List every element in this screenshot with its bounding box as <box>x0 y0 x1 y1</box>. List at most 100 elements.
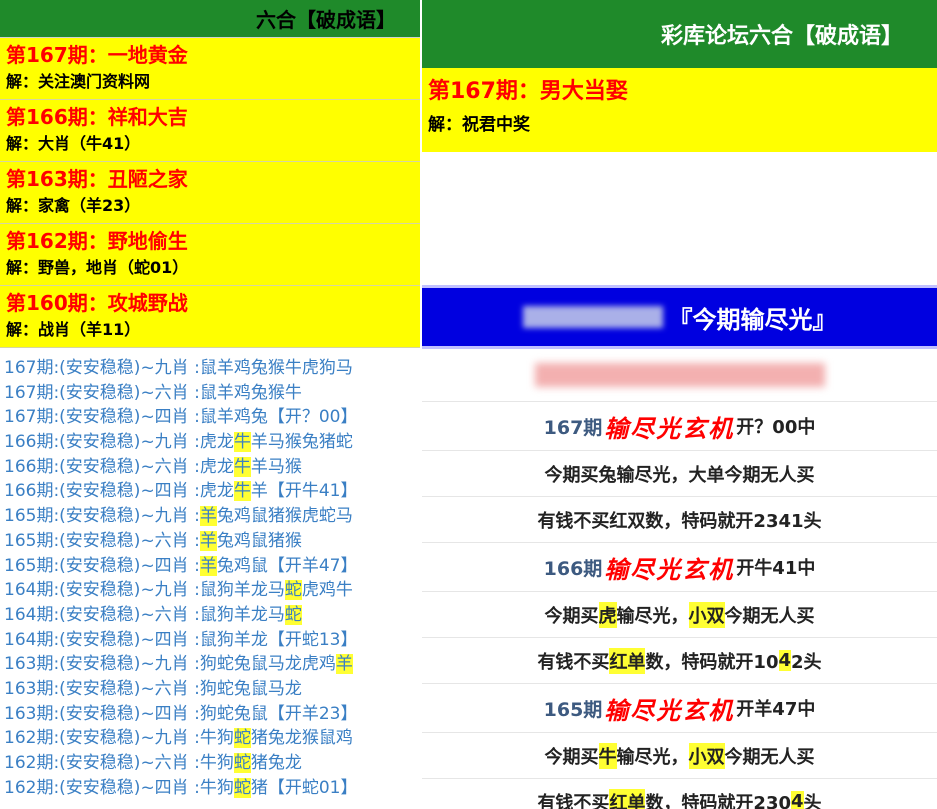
list-item: 162期:(安安稳稳)~九肖 :牛狗蛇猪兔龙猴鼠鸡 <box>0 726 420 751</box>
entry-result: 开？00中 <box>736 417 816 438</box>
list-item: 162期:(安安稳稳)~四肖 :牛狗蛇猪【开蛇01】 <box>0 776 420 801</box>
zodiac-text: 兔鸡鼠猪猴虎蛇马 <box>216 506 353 527</box>
right-riddle-answer: 解：祝君中奖 <box>428 115 530 135</box>
blurred-row <box>422 349 937 401</box>
list-item-prefix: 163期:(安安稳稳)~六肖 : <box>4 678 200 699</box>
zodiac-text: 牛狗 <box>199 753 234 773</box>
highlight-text: 4 <box>778 650 792 671</box>
list-item: 167期:(安安稳稳)~六肖 :鼠羊鸡兔猴牛 <box>0 381 420 406</box>
highlight-text: 红单 <box>609 647 646 674</box>
list-item-prefix: 165期:(安安稳稳)~四肖 : <box>4 555 200 576</box>
zodiac-text: 鼠羊鸡兔猴牛虎狗马 <box>199 358 353 378</box>
right-riddle-title: 第167期：男大当娶 <box>428 79 628 104</box>
entry-text: 头 <box>803 792 822 809</box>
riddle-item: 第162期：野地偷生 解：野兽，地肖（蛇01） <box>0 224 420 286</box>
highlight-zodiac: 羊 <box>199 555 217 576</box>
riddle-answer: 解：关注澳门资料网 <box>6 72 151 91</box>
entry-line1: 今期买虎输尽光， 小双 今期无人买 <box>422 591 937 637</box>
list-item-prefix: 167期:(安安稳稳)~九肖 : <box>4 358 200 378</box>
zodiac-text: 虎龙 <box>199 432 234 453</box>
highlight-zodiac: 蛇 <box>233 777 251 798</box>
list-item-prefix: 164期:(安安稳稳)~四肖 : <box>4 629 200 650</box>
riddle-title: 第166期：祥和大吉 <box>6 105 188 129</box>
entry-text: 输尽光， <box>616 746 689 768</box>
list-item: 164期:(安安稳稳)~六肖 :鼠狗羊龙马蛇 <box>0 603 420 628</box>
entry-line2: 有钱不买红双数，特码就开2341头 <box>422 496 937 542</box>
entry-period: 167期 <box>543 416 603 439</box>
list-item-prefix: 167期:(安安稳稳)~四肖 : <box>4 407 200 428</box>
highlight-text: 牛 <box>598 742 617 769</box>
right-header: 彩库论坛六合【破成语】 <box>422 0 937 68</box>
zodiac-text: 兔鸡鼠【开羊47】 <box>216 555 358 576</box>
zodiac-prediction-list: 167期:(安安稳稳)~九肖 :鼠羊鸡兔猴牛虎狗马 167期:(安安稳稳)~六肖 … <box>0 348 420 800</box>
left-panel: 六合【破成语】 第167期：一地黄金 解：关注澳门资料网 第166期：祥和大吉 … <box>0 0 420 809</box>
entry-keyword: 输尽光玄机 <box>604 695 735 725</box>
left-header-title: 六合【破成语】 <box>256 8 396 32</box>
right-header-title: 彩库论坛六合【破成语】 <box>660 24 903 49</box>
entry-text: 数，特码就开230 <box>645 792 792 809</box>
riddle-item: 第167期：一地黄金 解：关注澳门资料网 <box>0 38 420 100</box>
zodiac-text: 鼠狗羊龙马 <box>199 580 285 601</box>
list-item: 167期:(安安稳稳)~四肖 :鼠羊鸡兔【开？00】 <box>0 405 420 430</box>
highlight-text: 小双 <box>688 742 725 769</box>
zodiac-text: 鼠羊鸡兔【开？00】 <box>199 407 358 428</box>
riddle-answer: 解：野兽，地肖（蛇01） <box>6 258 189 277</box>
zodiac-text: 猪兔龙猴鼠鸡 <box>250 728 353 749</box>
entry-line2: 有钱不买 红单 数，特码就开10 4 2头 <box>422 637 937 683</box>
zodiac-text: 狗蛇兔鼠马龙虎鸡 <box>199 654 336 675</box>
list-item: 163期:(安安稳稳)~六肖 :狗蛇兔鼠马龙 <box>0 677 420 702</box>
zodiac-text: 鼠羊鸡兔猴牛 <box>199 382 302 403</box>
list-item-prefix: 164期:(安安稳稳)~九肖 : <box>4 580 200 601</box>
list-item-prefix: 164期:(安安稳稳)~六肖 : <box>4 604 200 625</box>
list-item: 166期:(安安稳稳)~九肖 :虎龙牛羊马猴兔猪蛇 <box>0 430 420 455</box>
entry-text: 2头 <box>791 651 822 673</box>
entry-result: 开牛41中 <box>736 558 816 579</box>
result-entries: 167期 输尽光玄机 开？00中 今期买兔输尽光，大单今期无人买 有钱不买红双数，特码就… <box>422 401 937 809</box>
entry-line2: 有钱不买 红单 数，特码就开230 4 头 <box>422 778 937 809</box>
entry-text: 有钱不买红双数，特码就开2341头 <box>537 510 822 532</box>
list-item-prefix: 165期:(安安稳稳)~九肖 : <box>4 506 200 527</box>
entry-keyword: 输尽光玄机 <box>604 554 735 584</box>
zodiac-text: 鼠狗羊龙【开蛇13】 <box>199 629 358 650</box>
riddle-item: 第163期：丑陋之家 解：家禽（羊23） <box>0 162 420 224</box>
zodiac-text: 羊【开牛41】 <box>250 481 358 502</box>
blurred-site-name <box>522 306 663 328</box>
riddle-answer: 解：战肖（羊11） <box>6 320 141 339</box>
zodiac-text: 牛狗 <box>199 777 234 798</box>
highlight-zodiac: 蛇 <box>284 580 302 601</box>
list-item: 162期:(安安稳稳)~六肖 :牛狗蛇猪兔龙 <box>0 751 420 776</box>
list-item: 163期:(安安稳稳)~九肖 :狗蛇兔鼠马龙虎鸡羊 <box>0 652 420 677</box>
list-item-prefix: 165期:(安安稳稳)~六肖 : <box>4 530 200 551</box>
entry-heading: 167期 输尽光玄机 开？00中 <box>422 401 937 450</box>
banner-title: 『今期输尽光』 <box>668 305 837 334</box>
highlight-text: 红单 <box>609 788 646 809</box>
highlight-zodiac: 蛇 <box>233 728 251 749</box>
entry-period: 166期 <box>543 557 603 580</box>
zodiac-text: 牛狗 <box>199 728 234 749</box>
list-item: 164期:(安安稳稳)~四肖 :鼠狗羊龙【开蛇13】 <box>0 628 420 653</box>
entry-period: 165期 <box>543 698 603 721</box>
list-item: 167期:(安安稳稳)~九肖 :鼠羊鸡兔猴牛虎狗马 <box>0 356 420 381</box>
entry-text: 有钱不买 <box>537 792 610 809</box>
list-item-prefix: 162期:(安安稳稳)~九肖 : <box>4 728 200 749</box>
entry-text: 今期买 <box>544 605 599 627</box>
entry-text: 输尽光， <box>616 605 689 627</box>
highlight-zodiac: 羊 <box>199 506 217 527</box>
entry-text: 今期买 <box>544 746 599 768</box>
list-item: 166期:(安安稳稳)~六肖 :虎龙牛羊马猴 <box>0 455 420 480</box>
entry-text: 今期无人买 <box>724 605 815 627</box>
entry-heading: 166期 输尽光玄机 开牛41中 <box>422 542 937 591</box>
entry-text: 今期无人买 <box>724 746 815 768</box>
list-item: 164期:(安安稳稳)~九肖 :鼠狗羊龙马蛇虎鸡牛 <box>0 578 420 603</box>
entry-keyword: 输尽光玄机 <box>604 413 735 443</box>
riddle-answer: 解：大肖（牛41） <box>6 134 141 153</box>
highlight-zodiac: 羊 <box>199 530 217 551</box>
zodiac-text: 狗蛇兔鼠【开羊23】 <box>199 703 358 724</box>
entry-result: 开羊47中 <box>736 699 816 720</box>
list-item-prefix: 166期:(安安稳稳)~九肖 : <box>4 432 200 453</box>
highlight-text: 虎 <box>598 601 617 628</box>
zodiac-text: 羊马猴 <box>250 456 302 477</box>
highlight-zodiac: 牛 <box>233 456 251 477</box>
highlight-zodiac: 蛇 <box>284 604 302 625</box>
blurred-text <box>534 363 825 387</box>
